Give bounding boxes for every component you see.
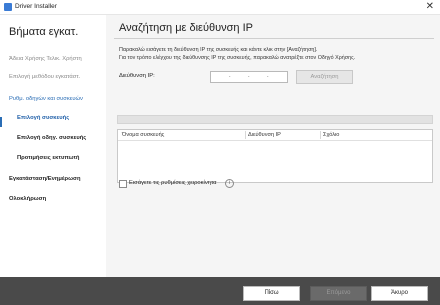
step-select-driver: Επιλογή οδηγ. συσκευής bbox=[17, 135, 87, 141]
step-finish: Ολοκλήρωση bbox=[9, 196, 47, 202]
footer-bar: Πίσω Επόμενο Άκυρο bbox=[0, 277, 440, 305]
instruction-line-2: Για τον τρόπο ελέγχου της διεύθυνσης IP … bbox=[119, 55, 356, 61]
back-button[interactable]: Πίσω bbox=[243, 286, 300, 301]
ip-dot: . bbox=[229, 73, 231, 79]
ip-dot: . bbox=[267, 73, 269, 79]
ip-dot: . bbox=[248, 73, 250, 79]
page-title: Αναζήτηση με διεύθυνση IP bbox=[119, 22, 253, 34]
main-panel: Αναζήτηση με διεύθυνση IP Παρακαλώ εισάγ… bbox=[106, 15, 440, 277]
step-printer-preferences: Προτιμήσεις εκτυπωτή bbox=[17, 155, 80, 161]
next-button[interactable]: Επόμενο bbox=[310, 286, 367, 301]
title-bar: Driver Installer ✕ bbox=[0, 0, 440, 15]
ip-label: Διεύθυνση IP: bbox=[119, 73, 155, 79]
ip-address-input[interactable]: . . . bbox=[210, 71, 288, 83]
cancel-button[interactable]: Άκυρο bbox=[371, 286, 428, 301]
device-list-table[interactable]: Όνομα συσκευής Διεύθυνση IP Σχόλιο bbox=[117, 129, 433, 183]
column-divider bbox=[245, 131, 246, 139]
step-install-method: Επιλογή μεθόδου εγκατάστ. bbox=[9, 74, 81, 80]
step-select-device: Επιλογή συσκευής bbox=[17, 115, 70, 121]
info-icon[interactable]: i bbox=[225, 179, 234, 188]
column-ip-address[interactable]: Διεύθυνση IP bbox=[248, 132, 281, 138]
search-button[interactable]: Αναζήτηση bbox=[296, 70, 353, 84]
title-divider bbox=[114, 38, 434, 39]
manual-settings-checkbox[interactable] bbox=[119, 180, 127, 188]
step-install-update: Εγκατάσταση/Ενημέρωση bbox=[9, 176, 81, 182]
column-device-name[interactable]: Όνομα συσκευής bbox=[122, 132, 164, 138]
app-icon bbox=[4, 3, 12, 11]
window-title: Driver Installer bbox=[15, 3, 57, 10]
sidebar-title: Βήματα εγκατ. bbox=[9, 26, 79, 38]
step-driver-device-settings: Ρυθμ. οδηγών και συσκευών bbox=[9, 96, 83, 102]
table-header: Όνομα συσκευής Διεύθυνση IP Σχόλιο bbox=[118, 130, 432, 141]
manual-settings-label[interactable]: Εισάγετε τις ρυθμίσεις χειροκίνητα bbox=[129, 180, 217, 186]
column-comment[interactable]: Σχόλιο bbox=[323, 132, 339, 138]
instruction-line-1: Παρακαλώ εισάγετε τη διεύθυνση IP της συ… bbox=[119, 47, 318, 53]
search-progress-bar bbox=[117, 115, 433, 124]
step-eula: Άδεια Χρήσης Τελικ. Χρήστη bbox=[9, 56, 82, 62]
close-icon[interactable]: ✕ bbox=[426, 1, 434, 13]
column-divider bbox=[320, 131, 321, 139]
steps-sidebar: Βήματα εγκατ. Άδεια Χρήσης Τελικ. Χρήστη… bbox=[0, 15, 105, 277]
active-step-marker bbox=[0, 117, 2, 127]
